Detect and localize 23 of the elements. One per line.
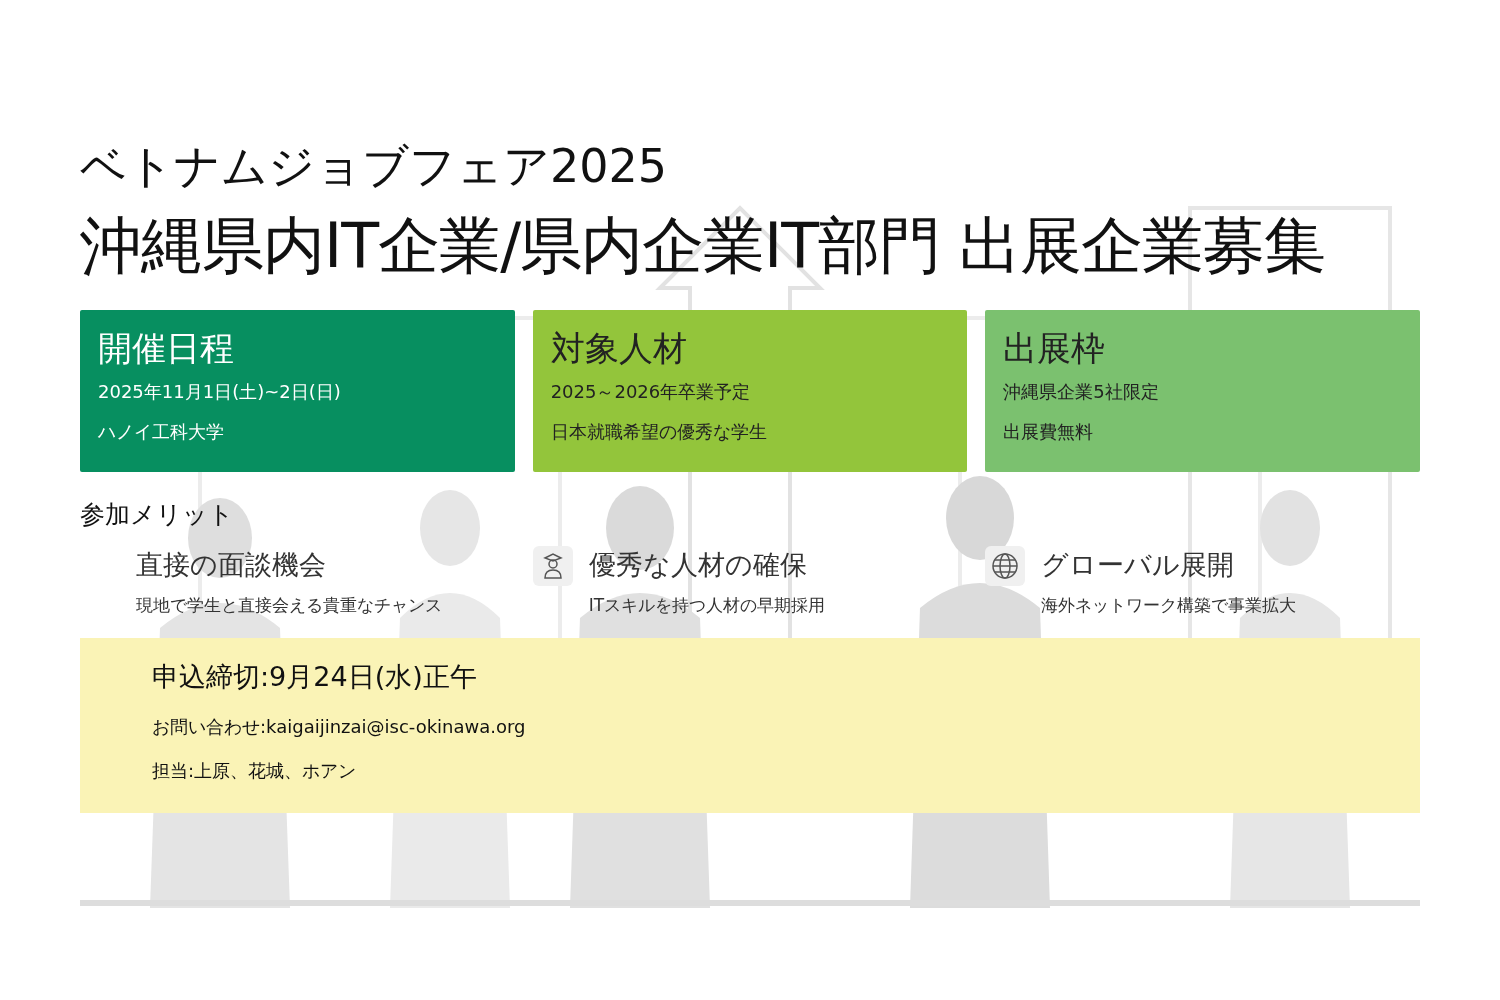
section-heading: 参加メリット <box>80 500 235 530</box>
benefit-title: 優秀な人材の確保 <box>588 548 808 582</box>
headline: 沖縄県内IT企業/県内企業IT部門 出展企業募集 <box>80 208 1326 284</box>
card-text: 沖縄県企業5社限定 <box>1003 382 1160 402</box>
staff-text: 担当:上原、花城、ホアン <box>152 760 358 782</box>
globe-icon <box>985 546 1026 586</box>
benefit-description: 海外ネットワーク構築で事業拡大 <box>1041 594 1297 616</box>
card-title: 対象人材 <box>550 327 688 370</box>
student-icon <box>532 546 573 586</box>
benefit-description: ITスキルを持つ人材の早期採用 <box>588 594 826 616</box>
card-text: ハノイ工科大学 <box>98 422 225 442</box>
contact-text: お問い合わせ:kaigaijinzai@isc-okinawa.org <box>152 716 527 738</box>
deadline-title: 申込締切:9月24日(水)正午 <box>152 660 478 694</box>
card-text: 2025年11月1日(土)~2日(日) <box>98 382 342 402</box>
benefit-description: 現地で学生と直接会える貴重なチャンス <box>136 594 442 616</box>
card-title: 出展枠 <box>1003 327 1107 370</box>
benefit-title: グローバル展開 <box>1041 548 1236 582</box>
card-text: 2025～2026年卒業予定 <box>550 382 752 402</box>
card-title: 開催日程 <box>98 327 235 370</box>
benefit-title: 直接の面談機会 <box>136 548 327 582</box>
event-label: ベトナムジョブフェア2025 <box>80 138 669 194</box>
card-text: 出展費無料 <box>1003 422 1095 442</box>
card-text: 日本就職希望の優秀な学生 <box>550 422 768 442</box>
